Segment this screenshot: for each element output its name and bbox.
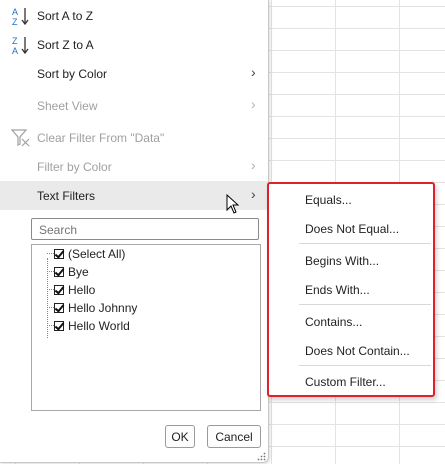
text-filters-submenu: Equals... Does Not Equal... Begins With.… (267, 182, 435, 397)
does-not-contain-item[interactable]: Does Not Contain... (305, 344, 410, 358)
svg-text:A: A (12, 7, 18, 17)
tree-connector (47, 258, 48, 338)
begins-with-item[interactable]: Begins With... (305, 254, 379, 268)
sort-a-to-z-item[interactable]: A Z Sort A to Z (0, 1, 268, 30)
item-checkbox[interactable] (54, 285, 64, 295)
clear-filter-item: Clear Filter From "Data" (0, 123, 268, 152)
equals-item[interactable]: Equals... (305, 193, 352, 207)
ok-button[interactable]: OK (165, 425, 195, 448)
list-item-label: (Select All) (68, 247, 126, 261)
values-checklist: (Select All) Bye Hello Hello Johnny Hell… (31, 244, 261, 411)
sort-a-to-z-label: Sort A to Z (37, 9, 94, 23)
text-filters-label: Text Filters (37, 189, 96, 203)
sort-z-to-a-item[interactable]: Z A Sort Z to A (0, 30, 268, 59)
resize-grip-icon[interactable] (257, 452, 266, 461)
list-item[interactable]: Hello World (47, 317, 130, 335)
mouse-pointer-icon (226, 194, 240, 214)
sort-z-to-a-icon: Z A (12, 36, 29, 56)
list-item[interactable]: Hello (47, 281, 96, 299)
sheet-view-item: Sheet View › (0, 91, 268, 120)
chevron-right-icon: › (251, 96, 256, 112)
filter-by-color-item: Filter by Color › (0, 152, 268, 181)
autofilter-dropdown: A Z Sort A to Z Z A Sort Z to A Sort by … (0, 0, 269, 463)
sheet-view-label: Sheet View (37, 99, 98, 113)
sort-z-to-a-label: Sort Z to A (37, 38, 94, 52)
item-checkbox[interactable] (54, 267, 64, 277)
chevron-right-icon: › (251, 186, 256, 202)
custom-filter-item[interactable]: Custom Filter... (305, 375, 386, 389)
item-checkbox[interactable] (54, 303, 64, 313)
list-item-label: Hello (68, 283, 96, 297)
clear-filter-icon (10, 129, 30, 147)
sort-a-to-z-icon: A Z (12, 7, 29, 27)
search-input[interactable] (37, 220, 251, 240)
separator (299, 365, 431, 366)
sort-by-color-item[interactable]: Sort by Color › (0, 59, 268, 88)
svg-text:Z: Z (12, 36, 18, 46)
list-item[interactable]: Hello Johnny (47, 299, 138, 317)
list-item-label: Hello World (68, 319, 130, 333)
chevron-right-icon: › (251, 64, 256, 80)
sort-by-color-label: Sort by Color (37, 67, 108, 81)
select-all-checkbox[interactable] (54, 249, 64, 259)
list-item-label: Bye (68, 265, 89, 279)
chevron-right-icon: › (251, 157, 256, 173)
separator (299, 304, 431, 305)
search-box[interactable] (31, 218, 259, 240)
list-item-select-all[interactable]: (Select All) (47, 245, 126, 263)
ends-with-item[interactable]: Ends With... (305, 283, 370, 297)
cancel-button[interactable]: Cancel (207, 425, 261, 448)
does-not-equal-item[interactable]: Does Not Equal... (305, 222, 399, 236)
list-item-label: Hello Johnny (68, 301, 138, 315)
svg-text:A: A (12, 46, 18, 56)
item-checkbox[interactable] (54, 321, 64, 331)
svg-text:Z: Z (12, 17, 18, 27)
clear-filter-label: Clear Filter From "Data" (37, 131, 165, 145)
separator (299, 243, 431, 244)
list-item[interactable]: Bye (47, 263, 89, 281)
contains-item[interactable]: Contains... (305, 315, 362, 329)
filter-by-color-label: Filter by Color (37, 160, 112, 174)
